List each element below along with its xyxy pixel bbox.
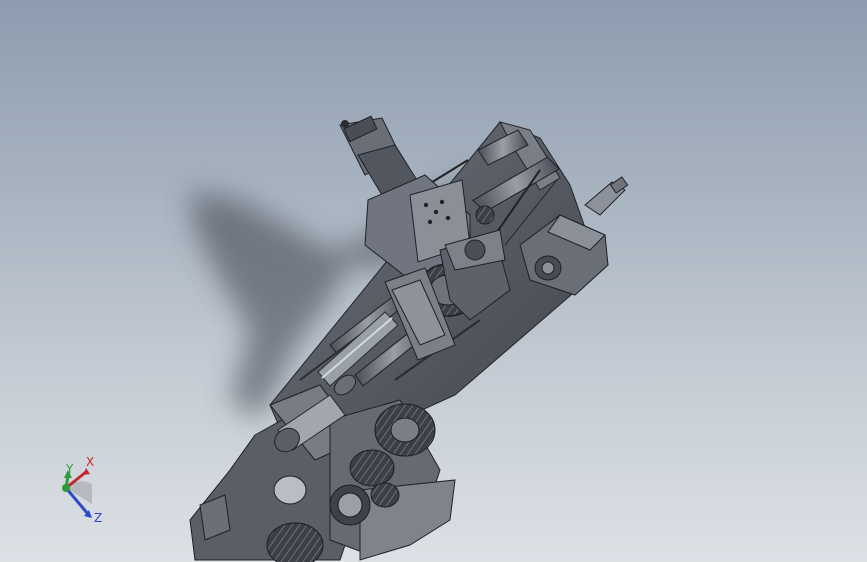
coordinate-triad[interactable]: X Y Z <box>52 452 112 528</box>
graphics-viewport[interactable]: X Y Z <box>0 0 867 562</box>
lathe-assembly-model[interactable] <box>0 0 867 562</box>
y-axis-label: Y <box>65 462 74 476</box>
x-axis-arrow <box>83 468 90 475</box>
z-axis-label: Z <box>94 511 102 525</box>
triad-origin <box>62 484 70 492</box>
x-axis-label: X <box>86 455 94 469</box>
